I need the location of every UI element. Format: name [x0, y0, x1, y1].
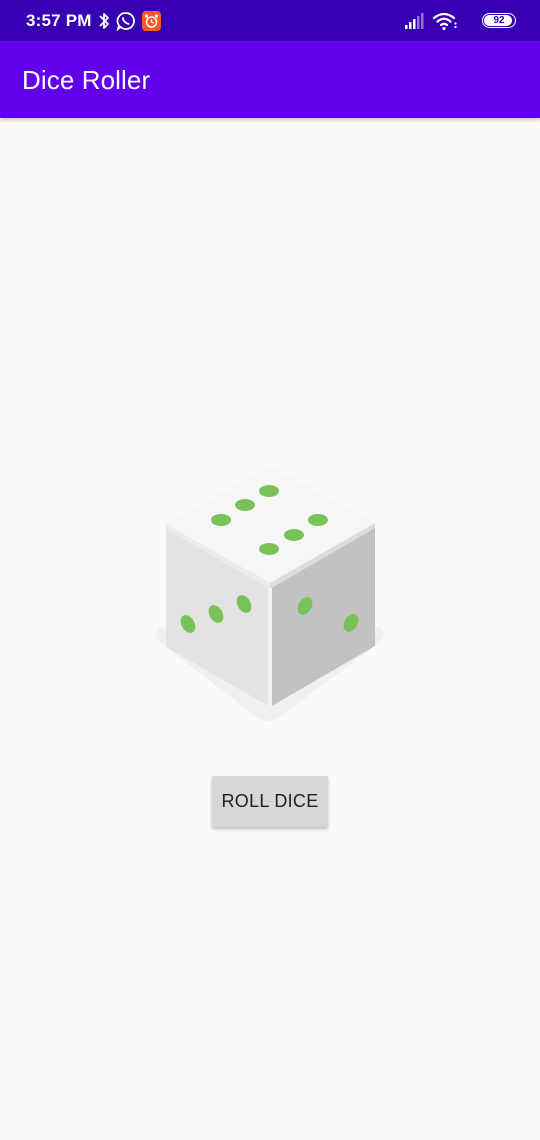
app-title: Dice Roller — [22, 65, 151, 95]
whatsapp-icon — [116, 12, 135, 31]
pip — [284, 529, 304, 541]
status-system-icons: 92 — [396, 11, 516, 31]
battery-level: 92 — [493, 15, 505, 26]
dice-image — [155, 466, 384, 721]
pip — [259, 485, 279, 497]
battery-icon: 92 — [482, 13, 516, 28]
alarm-app-icon — [142, 11, 161, 31]
signal-icon — [405, 13, 424, 29]
status-bar: 3:57 PM 92 — [0, 0, 540, 41]
status-time: 3:57 PM — [26, 11, 92, 30]
wifi-icon — [432, 12, 457, 31]
app-bar: Dice Roller — [0, 41, 540, 118]
pip — [211, 514, 231, 526]
pip — [235, 499, 255, 511]
roll-dice-button[interactable]: ROLL DICE — [212, 776, 328, 827]
bluetooth-icon — [99, 13, 109, 29]
pip — [308, 514, 328, 526]
pip — [259, 543, 279, 555]
